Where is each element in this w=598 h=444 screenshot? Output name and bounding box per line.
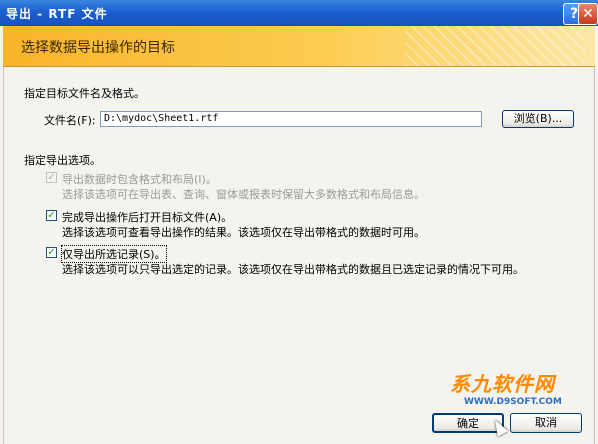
watermark: 系九软件网 WWW.D9SOFT.COM (450, 368, 562, 407)
banner-pattern (405, 26, 585, 66)
header-banner: 选择数据导出操作的目标 (3, 26, 595, 67)
open-after-export-checkbox[interactable]: ✓ (46, 210, 57, 221)
include-format-desc: 选择该选项可在导出表、查询、窗体或报表时保留大多数格式和布局信息。 (62, 188, 425, 201)
export-selected-desc: 选择该选项可以只导出选定的记录。该选项仅在导出带格式的数据且已选定记录的情况下可… (62, 263, 524, 276)
watermark-url: WWW.D9SOFT.COM (464, 397, 562, 407)
cancel-button[interactable]: 取消 (510, 413, 582, 433)
close-button[interactable]: ✕ (578, 3, 598, 25)
file-section-label: 指定目标文件名及格式。 (24, 87, 145, 100)
browse-button[interactable]: 浏览(B)... (502, 110, 574, 128)
include-format-checkbox: ✓ (46, 172, 57, 183)
window-title: 导出 - RTF 文件 (6, 7, 108, 21)
export-selected-checkbox[interactable]: ✓ (46, 247, 57, 258)
open-after-export-desc: 选择该选项可查看导出操作的结果。该选项仅在导出带格式的数据时可用。 (62, 226, 425, 239)
banner-title: 选择数据导出操作的目标 (21, 40, 175, 56)
include-format-label: 导出数据时包含格式和布局(I)。 (62, 173, 217, 186)
file-name-input[interactable]: D:\mydoc\Sheet1.rtf (100, 111, 482, 127)
export-selected-label[interactable]: 仅导出所选记录(S)。 (61, 245, 167, 263)
open-after-export-label[interactable]: 完成导出操作后打开目标文件(A)。 (62, 209, 232, 225)
title-bar: 导出 - RTF 文件 ? ✕ (0, 0, 598, 26)
file-name-label: 文件名(F): (44, 114, 96, 127)
watermark-brand: 系九软件网 (450, 372, 555, 396)
options-section-label: 指定导出选项。 (24, 154, 101, 167)
